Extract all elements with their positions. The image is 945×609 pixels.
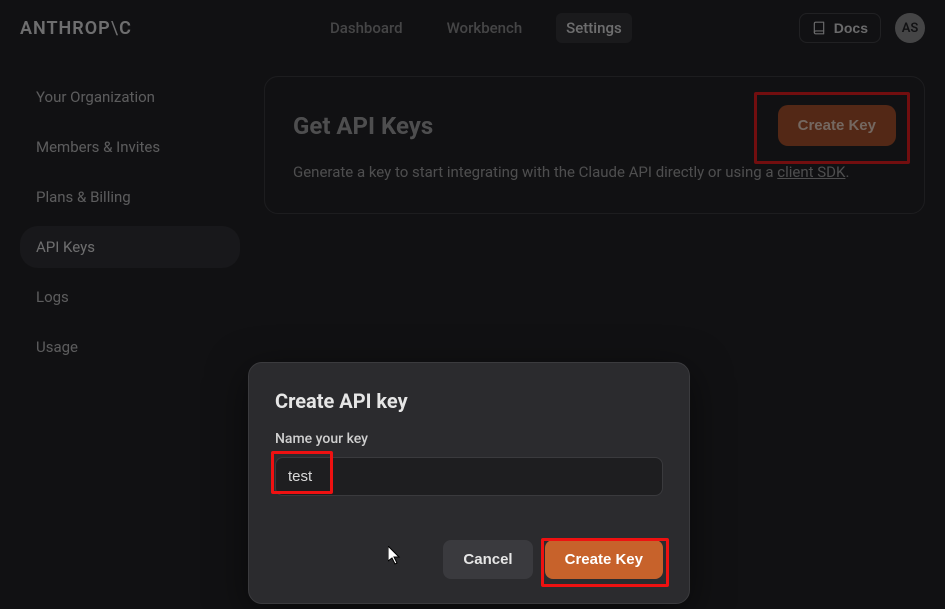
docs-button[interactable]: Docs [799,13,881,43]
api-keys-panel: Get API Keys Create Key Generate a key t… [264,76,925,214]
content-area: Get API Keys Create Key Generate a key t… [264,76,925,376]
cancel-button[interactable]: Cancel [443,540,532,579]
create-key-button[interactable]: Create Key [778,105,896,146]
sidebar-item-usage[interactable]: Usage [20,326,240,368]
modal-create-key-button[interactable]: Create Key [545,540,663,579]
sidebar-item-apikeys[interactable]: API Keys [20,226,240,268]
sidebar: Your Organization Members & Invites Plan… [20,76,240,376]
avatar[interactable]: AS [895,13,925,43]
panel-subtitle-pre: Generate a key to start integrating with… [293,163,777,181]
docs-label: Docs [834,20,868,36]
sidebar-item-plans[interactable]: Plans & Billing [20,176,240,218]
brand-text-right: C [119,18,132,39]
sidebar-item-logs[interactable]: Logs [20,276,240,318]
top-bar-right: Docs AS [799,13,925,43]
brand-text-left: ANTHROP [20,18,111,39]
top-bar: ANTHROP\C Dashboard Workbench Settings D… [0,0,945,56]
sidebar-item-members[interactable]: Members & Invites [20,126,240,168]
key-name-input[interactable] [275,457,663,496]
modal-name-label: Name your key [275,431,663,447]
avatar-initials: AS [902,21,919,36]
panel-subtitle: Generate a key to start integrating with… [293,162,896,183]
brand-logo: ANTHROP\C [20,18,132,39]
main-layout: Your Organization Members & Invites Plan… [0,56,945,396]
create-api-key-modal: Create API key Name your key Cancel Crea… [248,362,690,604]
modal-actions: Cancel Create Key [275,540,663,579]
panel-header-row: Get API Keys Create Key [293,105,896,146]
nav-dashboard[interactable]: Dashboard [320,13,413,43]
panel-title: Get API Keys [293,112,433,140]
nav-workbench[interactable]: Workbench [437,13,533,43]
client-sdk-link[interactable]: client SDK [777,163,845,181]
brand-slash: \ [111,18,119,39]
top-nav: Dashboard Workbench Settings [320,0,632,56]
sidebar-item-organization[interactable]: Your Organization [20,76,240,118]
nav-settings[interactable]: Settings [556,13,632,43]
panel-subtitle-post: . [845,163,849,181]
modal-title: Create API key [275,389,663,413]
book-icon [812,21,826,35]
